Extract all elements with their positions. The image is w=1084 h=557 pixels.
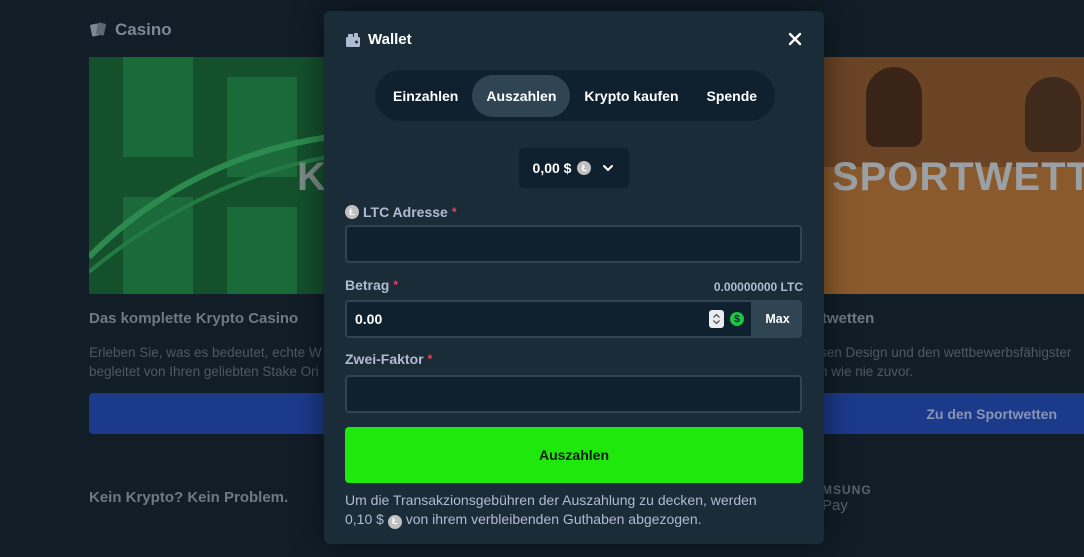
litecoin-icon: Ł xyxy=(345,205,359,219)
wallet-icon xyxy=(346,32,360,47)
casino-card-description: Erleben Sie, was es bedeutet, echte W be… xyxy=(89,345,322,379)
modal-title: Wallet xyxy=(368,31,412,48)
max-button[interactable]: Max xyxy=(753,300,802,338)
tab-krypto-kaufen[interactable]: Krypto kaufen xyxy=(570,75,692,117)
sports-card-title: rtwetten xyxy=(816,310,875,327)
wallet-modal: Wallet Einzahlen Auszahlen Krypto kaufen… xyxy=(324,11,824,544)
cards-icon xyxy=(90,22,106,37)
amount-input[interactable] xyxy=(347,302,709,336)
sports-banner[interactable]: SPORTWETT xyxy=(820,57,1084,294)
ltc-amount-display: 0.00000000 LTC xyxy=(713,280,803,294)
fee-note: Um die Transakzionsgebühren der Auszahlu… xyxy=(345,492,757,529)
litecoin-icon: Ł xyxy=(577,161,592,175)
required-mark: * xyxy=(393,278,399,292)
modal-header: Wallet xyxy=(345,31,412,48)
banner-arc xyxy=(89,134,329,274)
twofa-label: Zwei-Faktor * xyxy=(345,351,433,367)
withdraw-button[interactable]: Auszahlen xyxy=(345,427,803,483)
sports-card-description: sen Design und den wettbewerbsfähigster … xyxy=(820,345,1072,379)
litecoin-icon: Ł xyxy=(387,514,402,529)
casino-banner-text: K xyxy=(297,155,326,199)
address-label: Ł LTC Adresse * xyxy=(345,204,456,220)
casino-button[interactable] xyxy=(89,393,329,434)
tab-auszahlen[interactable]: Auszahlen xyxy=(472,74,571,117)
sports-banner-text: SPORTWETT xyxy=(832,155,1084,199)
close-icon[interactable] xyxy=(786,30,804,48)
no-crypto-heading: Kein Krypto? Kein Problem. xyxy=(89,489,289,506)
stepper-arrows-icon[interactable] xyxy=(712,312,721,326)
ltc-address-field[interactable] xyxy=(345,225,802,263)
tab-einzahlen[interactable]: Einzahlen xyxy=(379,75,472,117)
samsung-pay-logo: MSUNG Pay xyxy=(822,483,872,514)
close-button[interactable] xyxy=(786,30,804,48)
amount-row: $ Max xyxy=(345,300,802,338)
fee-amount: 0,10 $ xyxy=(345,511,384,527)
dollar-icon: $ xyxy=(730,312,744,326)
amount-label: Betrag * xyxy=(345,277,399,293)
required-mark: * xyxy=(451,205,457,219)
wallet-tabs: Einzahlen Auszahlen Krypto kaufen Spende xyxy=(375,70,776,121)
casino-label: Casino xyxy=(115,20,172,39)
balance-selector[interactable]: 0,00 $ Ł xyxy=(519,148,629,188)
twofa-input[interactable] xyxy=(347,377,800,411)
casino-banner[interactable]: K xyxy=(89,57,329,294)
balance-amount: 0,00 $ xyxy=(532,160,572,176)
casino-card-title: Das komplette Krypto Casino xyxy=(89,310,299,327)
required-mark: * xyxy=(427,352,433,366)
amount-stepper[interactable] xyxy=(709,310,724,328)
casino-heading: Casino xyxy=(89,20,172,40)
chevron-down-icon xyxy=(603,165,614,172)
sports-button[interactable]: Zu den Sportwetten xyxy=(820,393,1084,434)
twofa-field[interactable] xyxy=(345,375,802,413)
amount-field[interactable]: $ xyxy=(345,300,753,338)
ltc-address-input[interactable] xyxy=(347,227,800,261)
tab-spende[interactable]: Spende xyxy=(693,75,772,117)
